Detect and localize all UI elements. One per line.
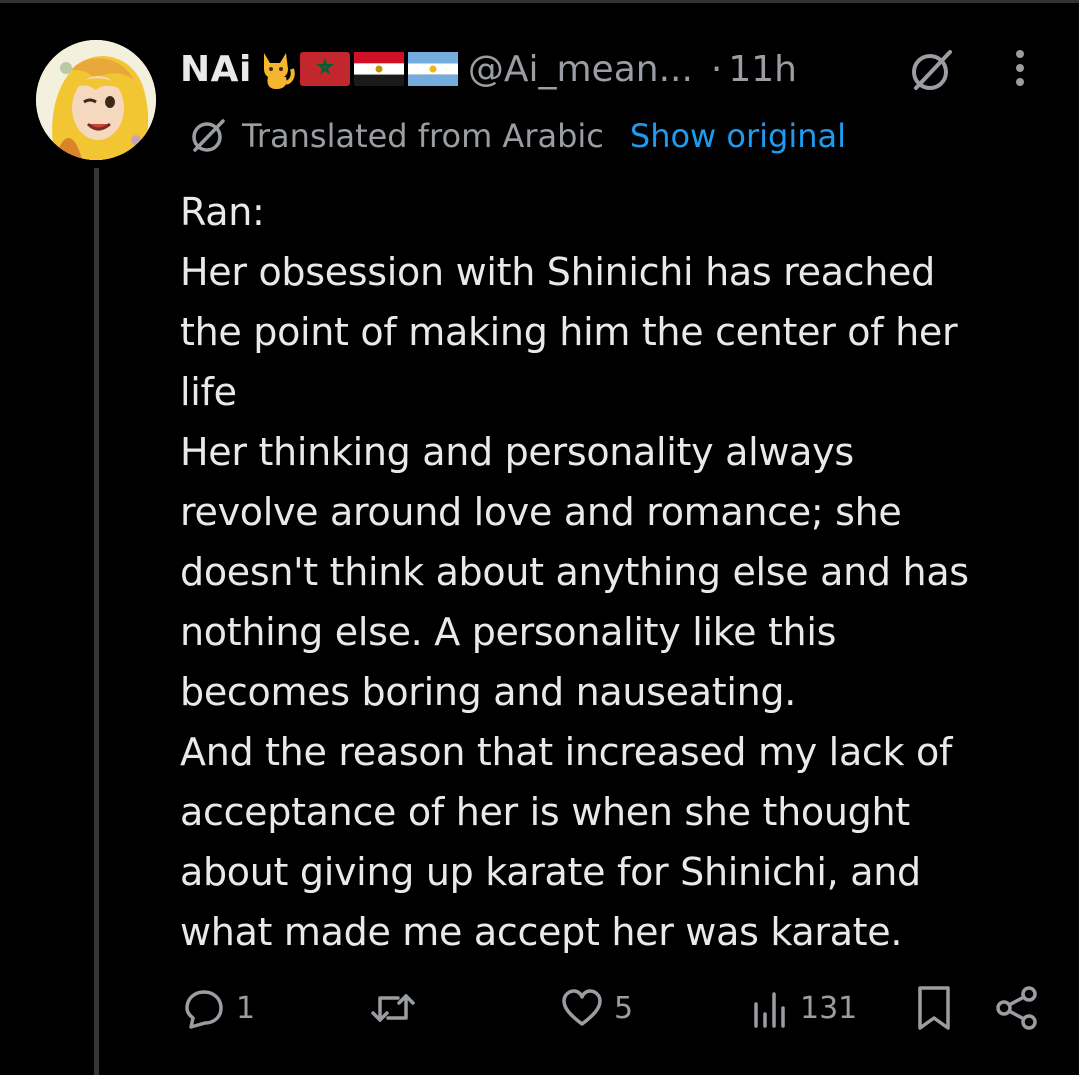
action-bar: 1 5 131	[0, 980, 1079, 1036]
display-name[interactable]: NAi	[180, 49, 252, 90]
post-text: Ran: Her obsession with Shinichi has rea…	[180, 182, 1060, 962]
post-text-line: revolve around love and romance; she	[180, 490, 902, 534]
reply-button[interactable]: 1	[182, 980, 255, 1036]
post-text-line: Her obsession with Shinichi has reached	[180, 250, 935, 294]
repost-button[interactable]	[368, 980, 428, 1036]
bookmark-icon	[918, 986, 950, 1030]
separator-dot: ·	[710, 48, 723, 90]
share-icon	[996, 986, 1037, 1030]
views-button[interactable]: 131	[750, 980, 857, 1036]
post-text-line: And the reason that increased my lack of	[180, 730, 953, 774]
post-text-line: about giving up karate for Shinichi, and	[180, 850, 921, 894]
repost-icon	[371, 994, 415, 1022]
grok-icon[interactable]	[906, 46, 956, 96]
reply-count: 1	[236, 990, 256, 1026]
argentina-flag-icon	[407, 52, 458, 86]
post-text-line: what made me accept her was karate.	[180, 910, 903, 954]
show-original-link[interactable]: Show original	[630, 117, 846, 155]
views-count: 131	[800, 990, 858, 1026]
egypt-flag-icon	[353, 52, 404, 86]
bookmark-button[interactable]	[912, 980, 956, 1036]
views-icon	[754, 992, 785, 1028]
like-button[interactable]: 5	[560, 980, 633, 1036]
post-text-line: life	[180, 370, 237, 414]
share-button[interactable]	[994, 980, 1040, 1036]
post-text-line: nothing else. A personality like this	[180, 610, 837, 654]
user-handle[interactable]: @Ai_mean...	[468, 49, 693, 90]
cat-emoji-icon	[256, 47, 296, 91]
morocco-flag-icon	[299, 52, 350, 86]
post-text-line: Ran:	[180, 190, 265, 234]
thread-line	[94, 168, 99, 1075]
post-text-line: becomes boring and nauseating.	[180, 670, 796, 714]
top-divider	[0, 0, 1079, 3]
post-text-line: doesn't think about anything else and ha…	[180, 550, 969, 594]
post-header: NAi @Ai_mean... · 11h	[180, 42, 797, 96]
translate-icon	[192, 119, 225, 152]
post-text-line: acceptance of her is when she thought	[180, 790, 910, 834]
avatar[interactable]	[36, 40, 156, 160]
post-text-line: Her thinking and personality always	[180, 430, 854, 474]
like-count: 5	[614, 990, 634, 1026]
reply-icon	[185, 990, 223, 1029]
post-text-line: the point of making him the center of he…	[180, 310, 958, 354]
post-time[interactable]: 11h	[728, 49, 797, 90]
translated-label: Translated from Arabic	[242, 117, 604, 155]
like-icon	[562, 989, 602, 1026]
more-options-icon[interactable]	[1000, 44, 1040, 94]
translation-notice: Translated from Arabic Show original	[188, 112, 846, 160]
